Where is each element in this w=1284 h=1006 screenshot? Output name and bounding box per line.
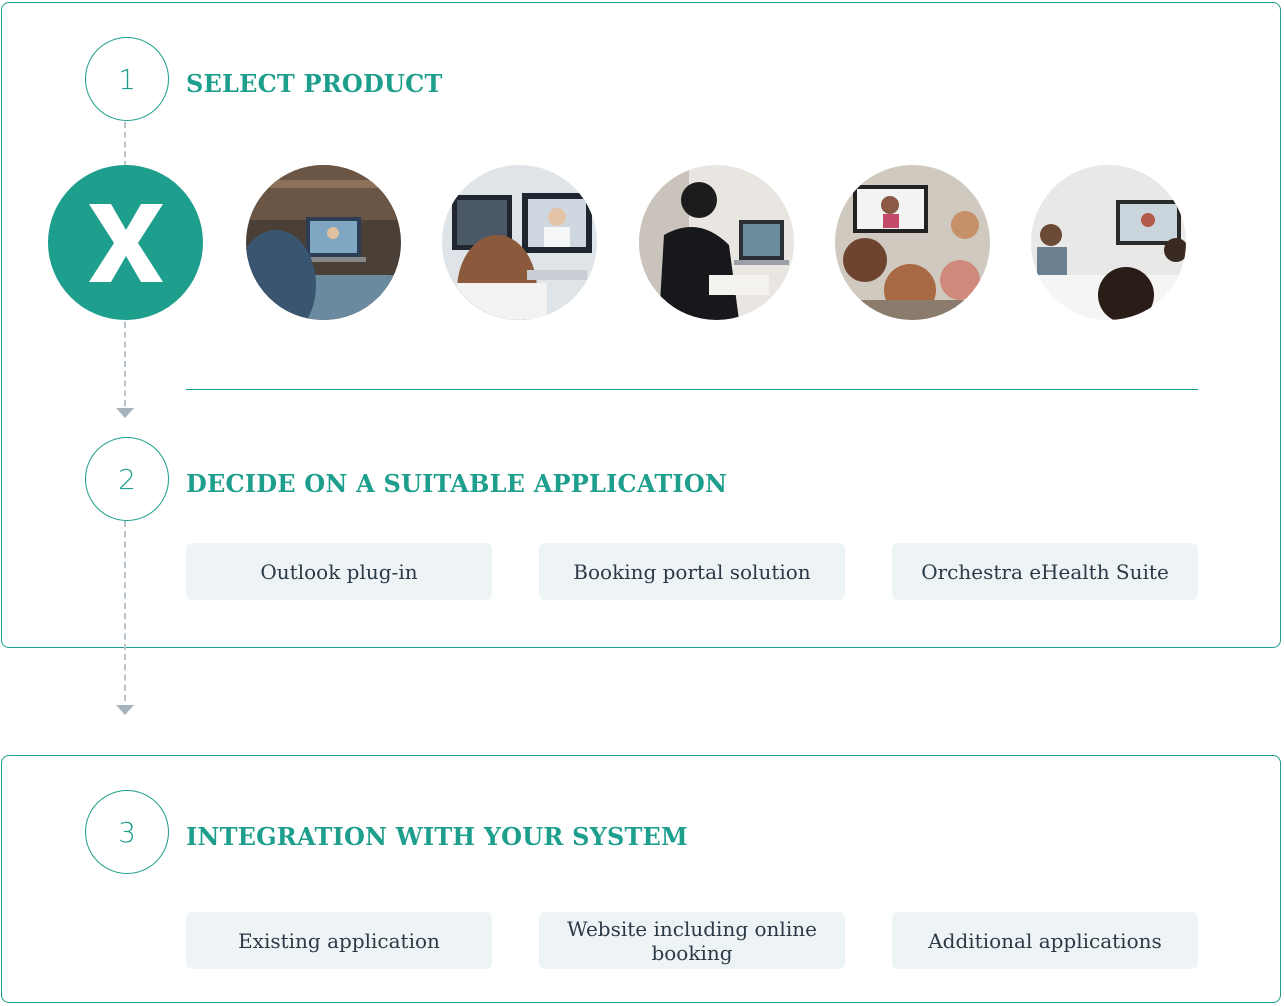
product-photo-laptop[interactable] [246, 165, 401, 320]
option-ehealth-suite[interactable]: Orchestra eHealth Suite [892, 543, 1198, 600]
arrow-down-icon [116, 408, 134, 418]
step-number-circle: 2 [85, 437, 169, 521]
step-title: SELECT PRODUCT [186, 69, 443, 98]
product-logo[interactable] [48, 165, 203, 320]
connector-line [124, 322, 126, 406]
step-title: INTEGRATION WITH YOUR SYSTEM [186, 822, 688, 851]
option-outlook-plugin[interactable]: Outlook plug-in [186, 543, 492, 600]
product-photo-meeting[interactable] [1031, 165, 1186, 320]
product-photo-classroom[interactable] [835, 165, 990, 320]
option-booking-portal[interactable]: Booking portal solution [539, 543, 845, 600]
step-number-circle: 1 [85, 37, 169, 121]
product-photo-doctor[interactable] [442, 165, 597, 320]
connector-line [124, 521, 126, 701]
x-logo-icon [88, 203, 163, 282]
step-number-circle: 3 [85, 790, 169, 874]
option-existing-application[interactable]: Existing application [186, 912, 492, 969]
step-title: DECIDE ON A SUITABLE APPLICATION [186, 469, 728, 498]
product-photo-headset[interactable] [639, 165, 794, 320]
section-divider [186, 389, 1198, 390]
option-website-online-booking[interactable]: Website including online booking [539, 912, 845, 969]
option-additional-applications[interactable]: Additional applications [892, 912, 1198, 969]
connector-line [124, 122, 126, 167]
arrow-down-icon [116, 705, 134, 715]
